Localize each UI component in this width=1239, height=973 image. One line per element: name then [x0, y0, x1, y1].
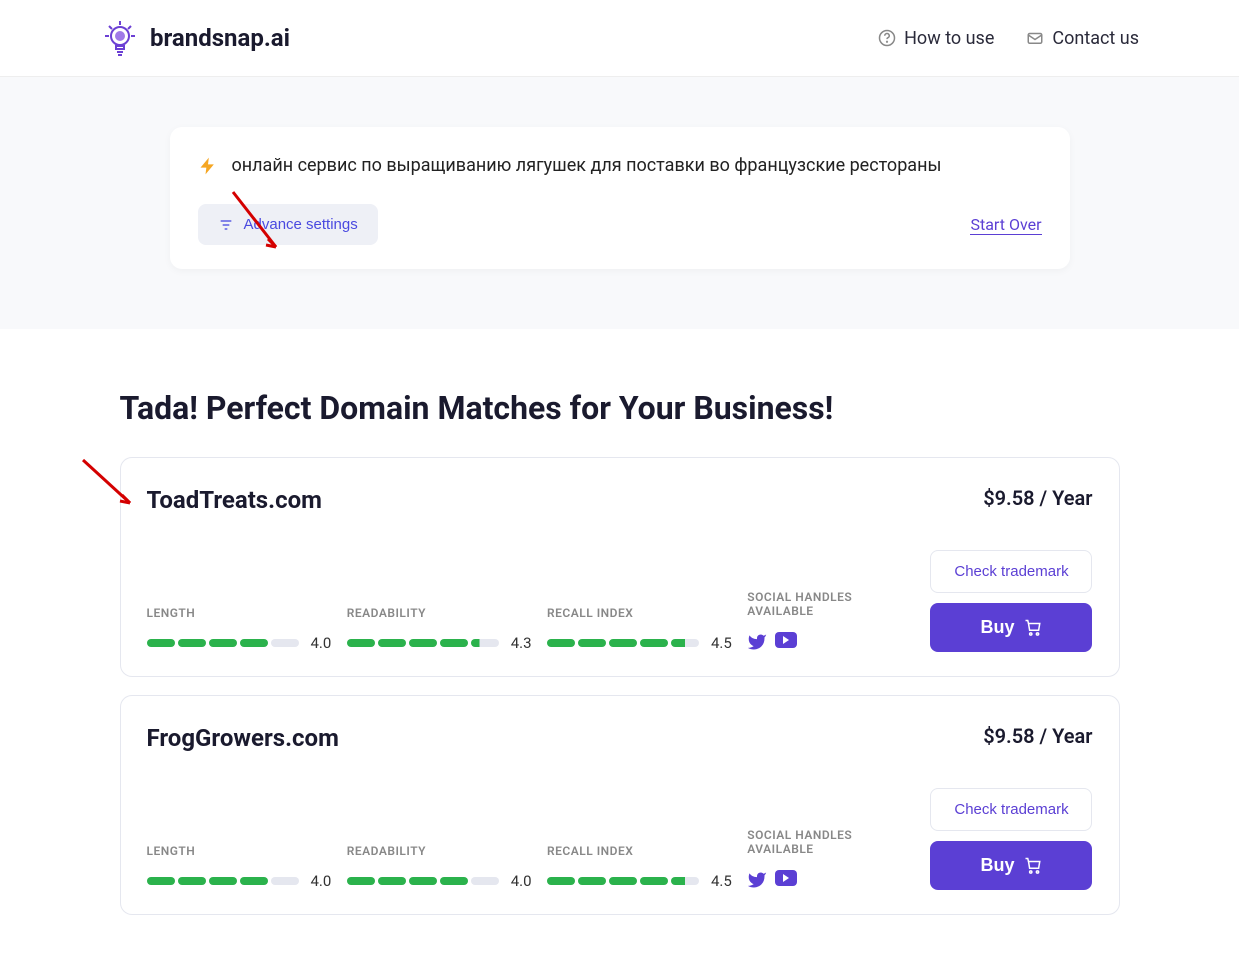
mail-icon [1026, 29, 1044, 47]
metric-social: SOCIAL HANDLES AVAILABLE [747, 828, 900, 890]
search-card: онлайн сервис по выращиванию лягушек для… [170, 127, 1070, 269]
card-body: LENGTH4.0READABILITY4.0RECALL INDEX4.5SO… [147, 788, 1093, 890]
youtube-icon[interactable] [775, 870, 797, 886]
metric-value: 4.0 [311, 872, 332, 890]
metric-value: 4.0 [511, 872, 532, 890]
how-to-use-link[interactable]: How to use [878, 28, 994, 49]
question-circle-icon [878, 29, 896, 47]
metric-label: RECALL INDEX [547, 606, 717, 620]
brand-lightbulb-icon [100, 18, 140, 58]
search-query-text[interactable]: онлайн сервис по выращиванию лягушек для… [232, 155, 942, 176]
domain-name: FrogGrowers.com [147, 724, 339, 752]
metric-label: READABILITY [347, 606, 517, 620]
card-header: ToadTreats.com $9.58 / Year [147, 486, 1093, 514]
bolt-icon [198, 156, 218, 176]
annotation-arrow-icon [78, 455, 138, 510]
metric-value: 4.0 [311, 634, 332, 652]
contact-us-link[interactable]: Contact us [1026, 28, 1139, 49]
hero-section: онлайн сервис по выращиванию лягушек для… [0, 77, 1239, 329]
brand-name: brandsnap.ai [150, 24, 290, 52]
domain-card: ToadTreats.com$9.58 / YearLENGTH4.0READA… [120, 457, 1120, 677]
metric-length: LENGTH4.0 [147, 844, 317, 890]
domain-price: $9.58 / Year [983, 724, 1092, 748]
cart-icon [1024, 857, 1042, 875]
how-to-use-label: How to use [904, 28, 994, 49]
advance-settings-button[interactable]: Advance settings [198, 204, 378, 245]
metric-label: READABILITY [347, 844, 517, 858]
metric-recall: RECALL INDEX4.5 [547, 844, 717, 890]
card-actions: Check trademark Buy [930, 550, 1092, 652]
results-section: Tada! Perfect Domain Matches for Your Bu… [70, 329, 1170, 973]
twitter-icon[interactable] [747, 632, 767, 652]
twitter-icon[interactable] [747, 870, 767, 890]
start-over-link[interactable]: Start Over [970, 215, 1041, 235]
youtube-icon[interactable] [775, 632, 797, 648]
metric-value: 4.5 [711, 872, 732, 890]
nav: How to use Contact us [878, 28, 1139, 49]
results-title: Tada! Perfect Domain Matches for Your Bu… [120, 389, 1120, 427]
metric-label: LENGTH [147, 606, 317, 620]
search-actions: Advance settings Start Over [198, 204, 1042, 245]
annotation-arrow-icon [228, 187, 283, 257]
metric-readability: READABILITY4.0 [347, 844, 517, 890]
contact-us-label: Contact us [1052, 28, 1139, 49]
metric-value: 4.3 [511, 634, 532, 652]
metric-recall: RECALL INDEX4.5 [547, 606, 717, 652]
metric-length: LENGTH4.0 [147, 606, 317, 652]
card-actions: Check trademarkBuy [930, 788, 1092, 890]
buy-button[interactable]: Buy [930, 603, 1092, 652]
logo[interactable]: brandsnap.ai [100, 18, 290, 58]
card-body: LENGTH4.0READABILITY4.3RECALL INDEX4.5SO… [147, 550, 1093, 652]
search-input-row: онлайн сервис по выращиванию лягушек для… [198, 155, 1042, 176]
metric-label: RECALL INDEX [547, 844, 717, 858]
card-header: FrogGrowers.com $9.58 / Year [147, 724, 1093, 752]
domain-name: ToadTreats.com [147, 486, 322, 514]
domain-card: FrogGrowers.com$9.58 / YearLENGTH4.0READ… [120, 695, 1120, 915]
header: brandsnap.ai How to use Contact us [0, 0, 1239, 77]
cart-icon [1024, 619, 1042, 637]
metric-readability: READABILITY4.3 [347, 606, 517, 652]
check-trademark-button[interactable]: Check trademark [930, 788, 1092, 831]
metric-label: SOCIAL HANDLES AVAILABLE [747, 590, 900, 618]
metric-label: SOCIAL HANDLES AVAILABLE [747, 828, 900, 856]
metric-value: 4.5 [711, 634, 732, 652]
metric-label: LENGTH [147, 844, 317, 858]
check-trademark-button[interactable]: Check trademark [930, 550, 1092, 593]
metric-social: SOCIAL HANDLES AVAILABLE [747, 590, 900, 652]
domain-price: $9.58 / Year [983, 486, 1092, 510]
